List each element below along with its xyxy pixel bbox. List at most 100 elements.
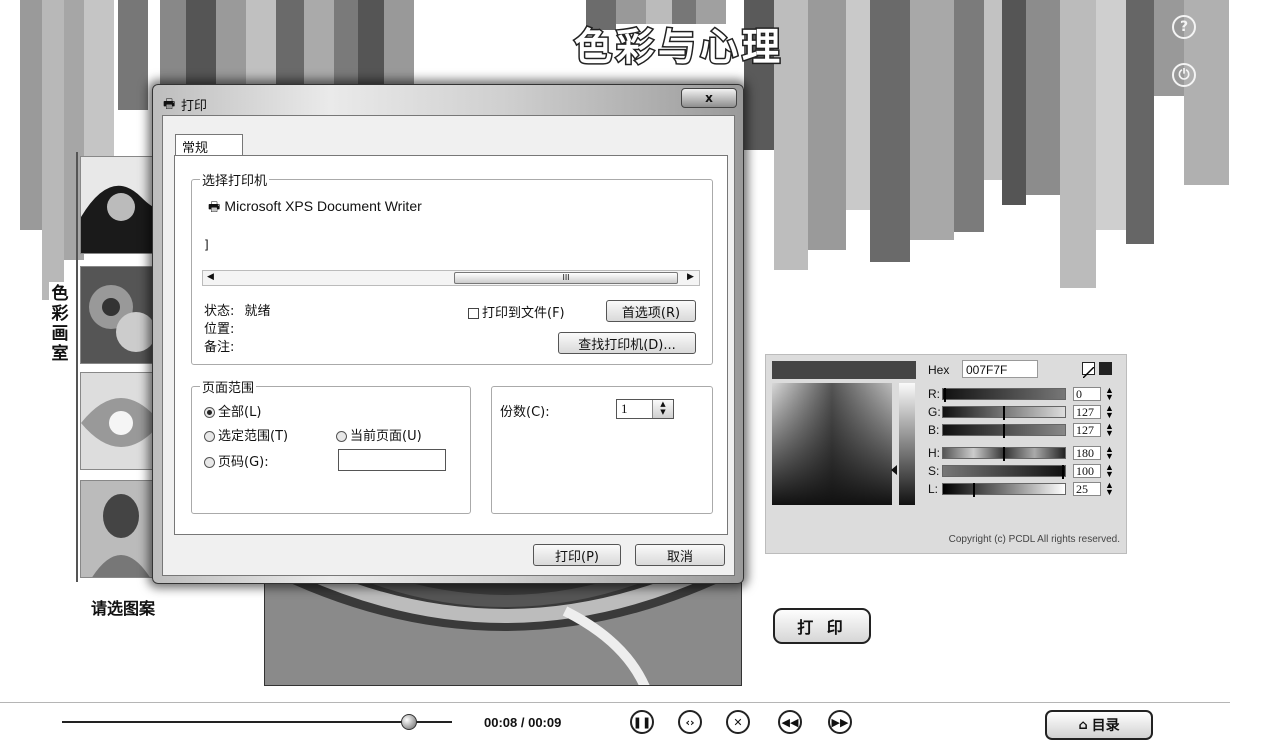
cancel-button[interactable]: 取消 xyxy=(635,544,725,566)
print-dialog: 🖶 打印 x 常规 选择打印机 🖶 Microsoft XPS Document… xyxy=(152,84,744,584)
side-label: 色彩画室 xyxy=(49,282,71,366)
printer-name: Microsoft XPS Document Writer xyxy=(224,198,422,214)
color-field[interactable] xyxy=(772,383,892,505)
r-value[interactable]: 0 xyxy=(1073,387,1101,401)
pattern-thumb-1[interactable] xyxy=(80,156,160,254)
copyright-text: Copyright (c) PCDL All rights reserved. xyxy=(948,534,1120,545)
radio-icon[interactable] xyxy=(204,431,215,442)
menu-button[interactable]: ⌂ 目录 xyxy=(1045,710,1153,740)
l-spinner[interactable]: ▲ ▼ xyxy=(1105,481,1114,497)
radio-icon[interactable] xyxy=(336,431,347,442)
select-printer-legend: 选择打印机 xyxy=(200,170,270,189)
r-row: R: 0 ▲ ▼ xyxy=(928,386,1124,402)
pages-input[interactable] xyxy=(338,449,446,471)
general-panel: 选择打印机 🖶 Microsoft XPS Document Writer ] … xyxy=(174,155,728,535)
color-picker-panel: Hex 007F7F R: 0 ▲ ▼ G: 127 ▲ ▼ B: 127 ▲ ▼ H… xyxy=(765,354,1127,554)
print-app-button[interactable]: 打 印 xyxy=(773,608,871,644)
b-spinner[interactable]: ▲ ▼ xyxy=(1105,422,1114,438)
color-mode-icon[interactable] xyxy=(1082,362,1095,379)
h-value[interactable]: 180 xyxy=(1073,446,1101,460)
pause-icon[interactable]: ❚❚ xyxy=(630,710,654,734)
b-knob[interactable] xyxy=(1003,424,1005,438)
comment-label: 备注: xyxy=(204,340,235,355)
scroll-right-icon[interactable]: ▶ xyxy=(687,272,694,282)
bottom-divider xyxy=(0,702,1230,703)
s-spinner[interactable]: ▲ ▼ xyxy=(1105,463,1114,479)
range-all-option[interactable]: 全部(L) xyxy=(204,401,261,420)
hex-input[interactable]: 007F7F xyxy=(962,360,1038,378)
app-title: 色彩与心理 xyxy=(572,24,784,71)
print-button[interactable]: 打印(P) xyxy=(533,544,621,566)
checkbox-icon[interactable] xyxy=(468,308,479,319)
b-row: B: 127 ▲ ▼ xyxy=(928,422,1124,438)
b-slider[interactable] xyxy=(942,424,1066,438)
g-knob[interactable] xyxy=(1003,406,1005,420)
page-range-legend: 页面范围 xyxy=(200,377,257,396)
dialog-title: 打印 xyxy=(181,99,208,114)
home-icon: ⌂ xyxy=(1078,717,1088,733)
rewind-icon[interactable]: ◀◀ xyxy=(778,710,802,734)
scroll-thumb[interactable]: III xyxy=(454,272,678,284)
pattern-thumb-2[interactable] xyxy=(80,266,160,364)
copies-label: 份数(C): xyxy=(500,405,550,420)
stop-icon[interactable]: ✕ xyxy=(726,710,750,734)
close-button[interactable]: x xyxy=(681,88,737,108)
printer-icon: 🖶 xyxy=(163,97,176,112)
h-slider[interactable] xyxy=(942,447,1066,461)
help-icon[interactable]: ? xyxy=(1172,15,1196,39)
l-slider[interactable] xyxy=(942,483,1066,497)
status-row: 状态: 就绪 xyxy=(204,300,271,319)
range-pages-option[interactable]: 页码(G): xyxy=(204,451,269,470)
lightness-bar[interactable] xyxy=(899,383,915,505)
r-slider[interactable] xyxy=(942,388,1066,402)
printer-list-scrollbar[interactable]: ◀ III ▶ xyxy=(202,270,700,286)
range-all-label: 全部(L) xyxy=(218,405,262,420)
scroll-left-icon[interactable]: ◀ xyxy=(207,272,214,282)
range-pages-label: 页码(G): xyxy=(218,455,269,470)
tab-general[interactable]: 常规 xyxy=(175,134,243,156)
range-current-label: 当前页面(U) xyxy=(350,429,422,444)
menu-button-label: 目录 xyxy=(1091,718,1120,734)
h-spinner[interactable]: ▲ ▼ xyxy=(1105,445,1114,461)
radio-selected-icon[interactable] xyxy=(204,407,215,418)
range-current-option[interactable]: 当前页面(U) xyxy=(336,425,422,444)
find-printer-button[interactable]: 查找打印机(D)... xyxy=(558,332,696,354)
color-swatch xyxy=(772,361,916,379)
printer-list-item[interactable]: 🖶 Microsoft XPS Document Writer xyxy=(208,198,422,220)
l-value[interactable]: 25 xyxy=(1073,482,1101,496)
svg-text:色彩与心理: 色彩与心理 xyxy=(574,25,784,69)
s-knob[interactable] xyxy=(1062,465,1064,479)
printer-icon: 🖶 xyxy=(208,200,221,215)
replay-icon[interactable]: ‹› xyxy=(678,710,702,734)
playback-progress-knob[interactable] xyxy=(401,714,418,730)
range-selection-option[interactable]: 选定范围(T) xyxy=(204,425,288,444)
g-spinner[interactable]: ▲ ▼ xyxy=(1105,404,1114,420)
preview-image xyxy=(264,570,742,686)
pattern-thumb-4[interactable] xyxy=(80,480,160,578)
r-spinner[interactable]: ▲ ▼ xyxy=(1105,386,1114,402)
l-knob[interactable] xyxy=(973,483,975,497)
color-preview-icon[interactable] xyxy=(1099,362,1112,375)
g-slider[interactable] xyxy=(942,406,1066,420)
playback-progress-track[interactable] xyxy=(62,721,452,723)
h-knob[interactable] xyxy=(1003,447,1005,461)
choose-pattern-label: 请选图案 xyxy=(91,599,156,618)
g-row: G: 127 ▲ ▼ xyxy=(928,404,1124,420)
lightness-marker[interactable] xyxy=(891,465,897,475)
hex-label: Hex xyxy=(928,363,950,377)
b-value[interactable]: 127 xyxy=(1073,423,1101,437)
s-value[interactable]: 100 xyxy=(1073,464,1101,478)
forward-icon[interactable]: ▶▶ xyxy=(828,710,852,734)
print-to-file-checkbox[interactable]: 打印到文件(F) xyxy=(468,302,565,321)
s-row: S: 100 ▲ ▼ xyxy=(928,463,1124,479)
pattern-thumb-3[interactable] xyxy=(80,372,160,470)
l-row: L: 25 ▲ ▼ xyxy=(928,481,1124,497)
s-slider[interactable] xyxy=(942,465,1066,479)
copies-spinner[interactable]: ▲ ▼ xyxy=(652,400,673,418)
status-value: 就绪 xyxy=(244,304,271,319)
power-icon[interactable]: ⏻ xyxy=(1172,63,1196,87)
radio-icon[interactable] xyxy=(204,457,215,468)
preferences-button[interactable]: 首选项(R) xyxy=(606,300,696,322)
g-value[interactable]: 127 xyxy=(1073,405,1101,419)
r-knob[interactable] xyxy=(944,388,946,402)
